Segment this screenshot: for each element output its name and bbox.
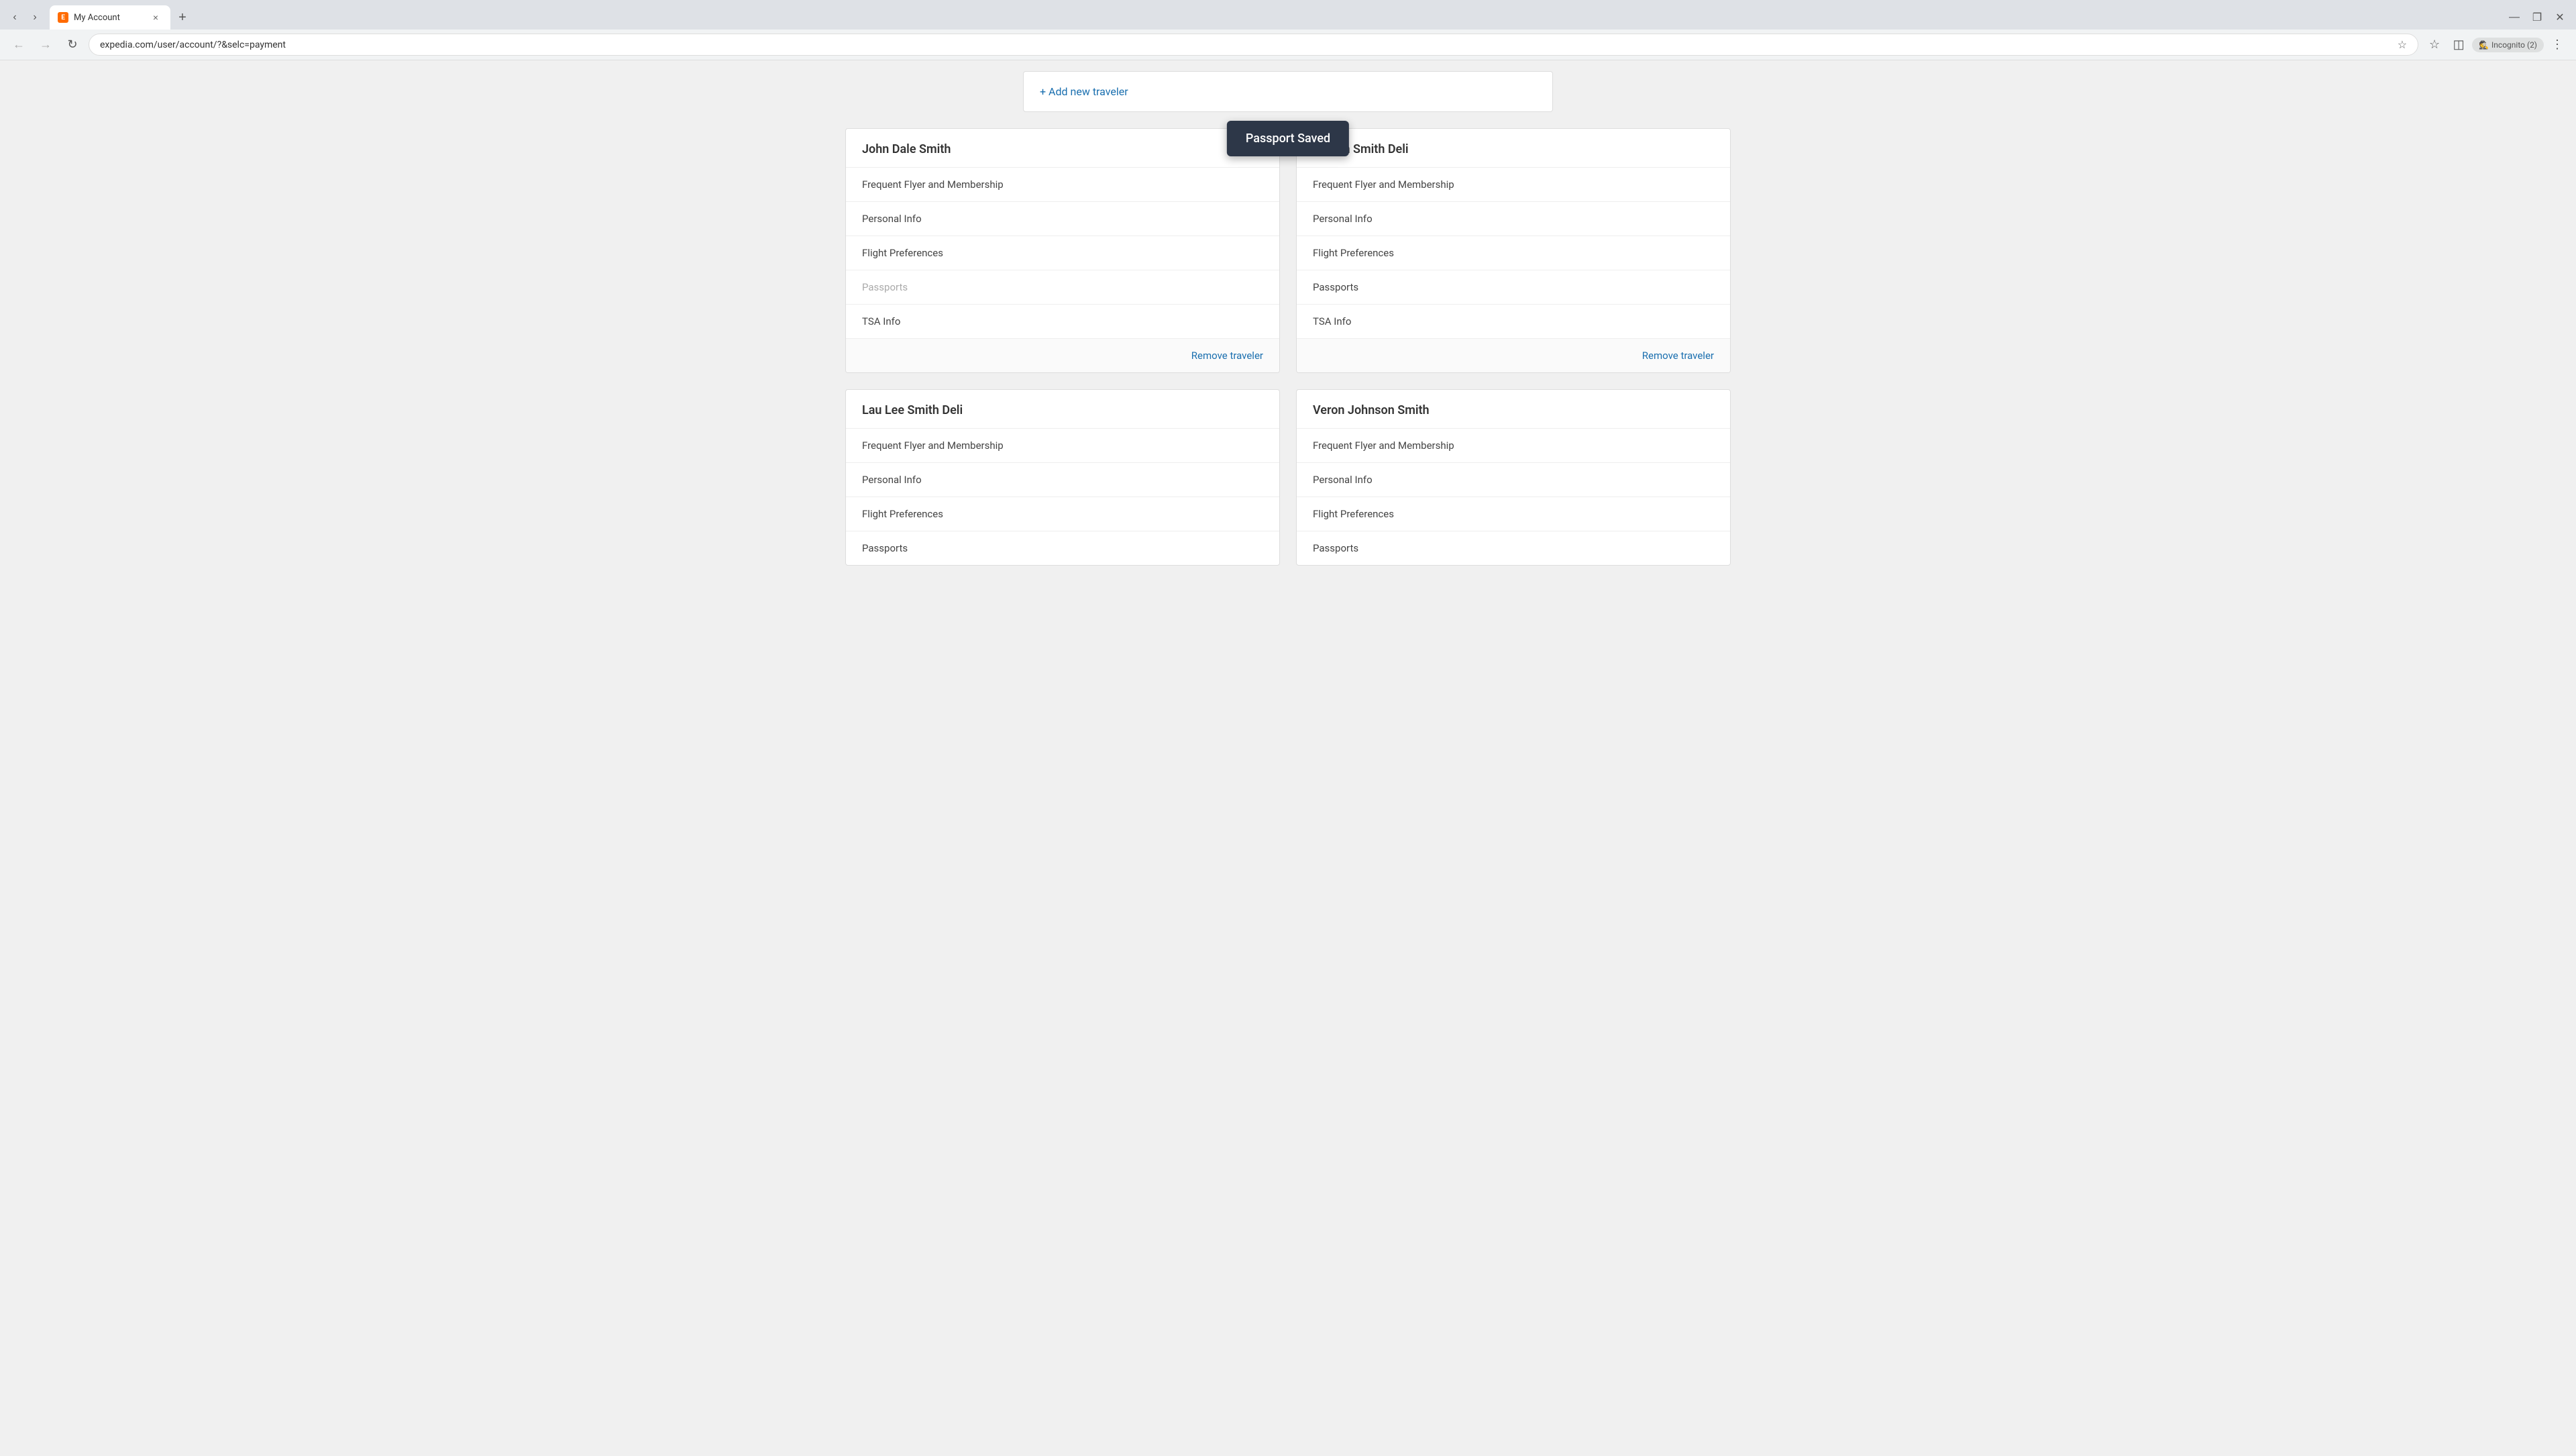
option-lau-personal-info[interactable]: Personal Info (846, 462, 1279, 497)
traveler-footer-lauren: Remove traveler (1297, 338, 1730, 372)
traveler-card-veron-johnson-smith: Veron Johnson Smith Frequent Flyer and M… (1296, 389, 1731, 566)
tab-favicon: E (58, 12, 68, 23)
option-lau-frequent-flyer[interactable]: Frequent Flyer and Membership (846, 428, 1279, 462)
tab-close-button[interactable]: × (149, 11, 162, 24)
option-lauren-passports[interactable]: Passports (1297, 270, 1730, 304)
tab-nav-buttons: ‹ › (5, 8, 44, 27)
traveler-grid: John Dale Smith Frequent Flyer and Membe… (818, 128, 1758, 566)
option-john-personal-info[interactable]: Personal Info (846, 201, 1279, 236)
address-icons: ☆ (2398, 38, 2407, 51)
traveler-name-lauren-smith-deli: Lauren Smith Deli (1297, 129, 1730, 167)
tab-nav-back[interactable]: ‹ (5, 8, 24, 27)
forward-button[interactable]: → (35, 34, 56, 56)
option-veron-frequent-flyer[interactable]: Frequent Flyer and Membership (1297, 428, 1730, 462)
browser-chrome: ‹ › E My Account × + — ❐ ✕ ← → ↻ expedia… (0, 0, 2576, 60)
address-bar[interactable]: expedia.com/user/account/?&selc=payment … (89, 34, 2418, 56)
back-button[interactable]: ← (8, 34, 30, 56)
add-traveler-link[interactable]: + Add new traveler (1040, 85, 1128, 98)
option-lau-flight-preferences[interactable]: Flight Preferences (846, 497, 1279, 531)
address-text: expedia.com/user/account/?&selc=payment (100, 40, 2392, 50)
menu-button[interactable]: ⋮ (2546, 34, 2568, 56)
restore-button[interactable]: ❐ (2526, 7, 2548, 28)
address-bar-row: ← → ↻ expedia.com/user/account/?&selc=pa… (0, 30, 2576, 60)
option-john-flight-preferences[interactable]: Flight Preferences (846, 236, 1279, 270)
option-john-passports[interactable]: Passports (846, 270, 1279, 304)
add-traveler-bar: + Add new traveler (1023, 71, 1553, 112)
traveler-card-lauren-smith-deli: Lauren Smith Deli Frequent Flyer and Mem… (1296, 128, 1731, 373)
option-lau-passports[interactable]: Passports (846, 531, 1279, 565)
traveler-name-john-dale-smith: John Dale Smith (846, 129, 1279, 167)
option-lauren-flight-preferences[interactable]: Flight Preferences (1297, 236, 1730, 270)
profile-button[interactable]: ◫ (2448, 34, 2469, 56)
option-john-tsa-info[interactable]: TSA Info (846, 304, 1279, 338)
option-lauren-frequent-flyer[interactable]: Frequent Flyer and Membership (1297, 167, 1730, 201)
traveler-card-lau-lee-smith-deli: Lau Lee Smith Deli Frequent Flyer and Me… (845, 389, 1280, 566)
incognito-icon: 🕵 (2479, 40, 2489, 50)
bookmark-icon[interactable]: ☆ (2398, 38, 2407, 51)
incognito-label: Incognito (2) (2491, 40, 2537, 50)
remove-traveler-john[interactable]: Remove traveler (1191, 350, 1263, 362)
option-veron-passports[interactable]: Passports (1297, 531, 1730, 565)
traveler-name-lau-lee-smith-deli: Lau Lee Smith Deli (846, 390, 1279, 428)
minimize-button[interactable]: — (2504, 7, 2525, 28)
toast-message: Passport Saved (1246, 132, 1330, 146)
new-tab-button[interactable]: + (173, 8, 192, 27)
tab-bar: ‹ › E My Account × + — ❐ ✕ (0, 0, 2576, 30)
tab-nav-forward[interactable]: › (25, 8, 44, 27)
option-veron-personal-info[interactable]: Personal Info (1297, 462, 1730, 497)
remove-traveler-lauren[interactable]: Remove traveler (1642, 350, 1714, 362)
traveler-name-veron-johnson-smith: Veron Johnson Smith (1297, 390, 1730, 428)
option-veron-flight-preferences[interactable]: Flight Preferences (1297, 497, 1730, 531)
tab-title: My Account (74, 13, 144, 23)
browser-actions: ☆ ◫ 🕵 Incognito (2) ⋮ (2424, 34, 2568, 56)
option-lauren-tsa-info[interactable]: TSA Info (1297, 304, 1730, 338)
option-lauren-personal-info[interactable]: Personal Info (1297, 201, 1730, 236)
traveler-footer-john: Remove traveler (846, 338, 1279, 372)
browser-tab-active[interactable]: E My Account × (50, 5, 170, 30)
option-john-frequent-flyer[interactable]: Frequent Flyer and Membership (846, 167, 1279, 201)
passport-saved-toast: Passport Saved (1227, 121, 1349, 156)
bookmark-button[interactable]: ☆ (2424, 34, 2445, 56)
traveler-card-john-dale-smith: John Dale Smith Frequent Flyer and Membe… (845, 128, 1280, 373)
refresh-button[interactable]: ↻ (62, 34, 83, 56)
close-button[interactable]: ✕ (2549, 7, 2571, 28)
incognito-badge[interactable]: 🕵 Incognito (2) (2472, 38, 2544, 52)
window-controls: — ❐ ✕ (2504, 7, 2571, 28)
page-content: + Add new traveler John Dale Smith Frequ… (0, 60, 2576, 1456)
